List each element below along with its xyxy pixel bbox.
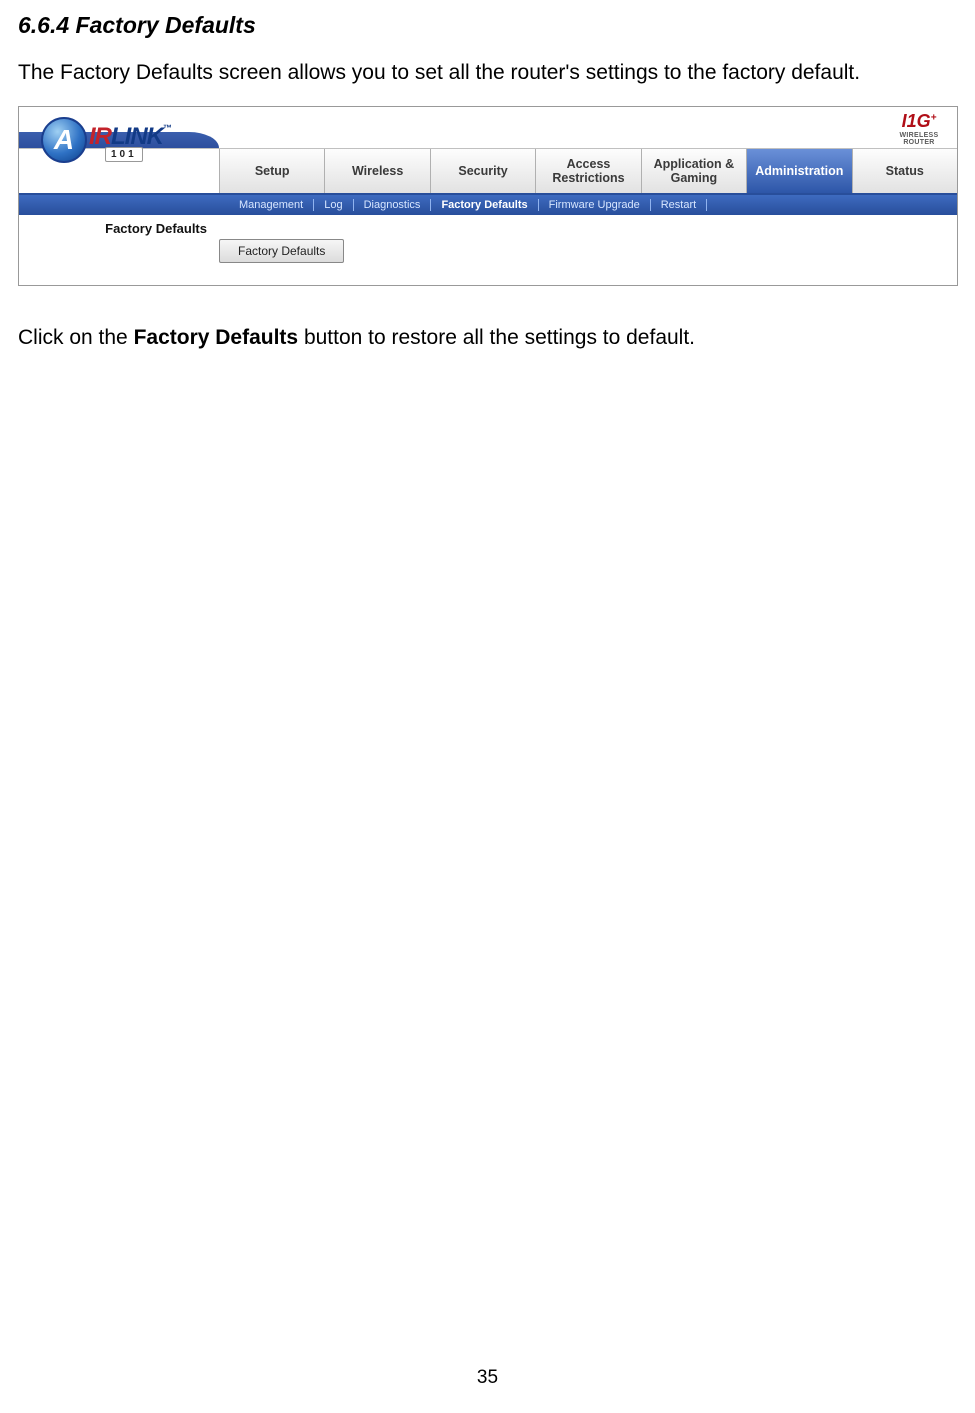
page-number: 35 [0, 1367, 975, 1389]
logo-a-icon: A [43, 119, 85, 161]
wireless-router-badge: I1G+ WIRELESS ROUTER [887, 111, 951, 146]
section-heading: 6.6.4 Factory Defaults [18, 12, 957, 39]
instruction-paragraph: Click on the Factory Defaults button to … [18, 324, 957, 351]
subnav-factory-defaults[interactable]: Factory Defaults [433, 199, 535, 211]
intro-paragraph: The Factory Defaults screen allows you t… [18, 59, 957, 86]
subnav-diagnostics[interactable]: Diagnostics [356, 199, 429, 211]
tab-administration[interactable]: Administration [746, 149, 851, 193]
sub-nav: Management Log Diagnostics Factory Defau… [19, 195, 957, 215]
instruction-post: button to restore all the settings to de… [298, 326, 695, 349]
tab-security[interactable]: Security [430, 149, 535, 193]
logo-tm: ™ [163, 123, 171, 133]
badge-line: WIRELESS ROUTER [887, 132, 951, 146]
tab-setup[interactable]: Setup [219, 149, 324, 193]
logo-text-link: LINK [111, 123, 163, 150]
subnav-log[interactable]: Log [316, 199, 350, 211]
logo-text-ir: IR [89, 123, 111, 150]
subnav-firmware-upgrade[interactable]: Firmware Upgrade [541, 199, 648, 211]
airlink-logo: A IRLINK™ 101 [41, 117, 191, 179]
page-side-label: Factory Defaults [19, 215, 219, 285]
subnav-management[interactable]: Management [231, 199, 311, 211]
tab-wireless[interactable]: Wireless [324, 149, 429, 193]
badge-g: I1G [902, 111, 931, 131]
factory-defaults-button[interactable]: Factory Defaults [219, 239, 344, 263]
subnav-restart[interactable]: Restart [653, 199, 704, 211]
instruction-pre: Click on the [18, 326, 134, 349]
logo-101-badge: 101 [105, 147, 143, 162]
router-admin-screenshot: A IRLINK™ 101 I1G+ WIRELESS ROUTER Setup… [18, 106, 958, 286]
tab-access-restrictions[interactable]: Access Restrictions [535, 149, 640, 193]
tab-application-gaming[interactable]: Application & Gaming [641, 149, 746, 193]
badge-sup: + [931, 113, 937, 124]
instruction-bold: Factory Defaults [134, 326, 299, 349]
tab-status[interactable]: Status [852, 149, 957, 193]
